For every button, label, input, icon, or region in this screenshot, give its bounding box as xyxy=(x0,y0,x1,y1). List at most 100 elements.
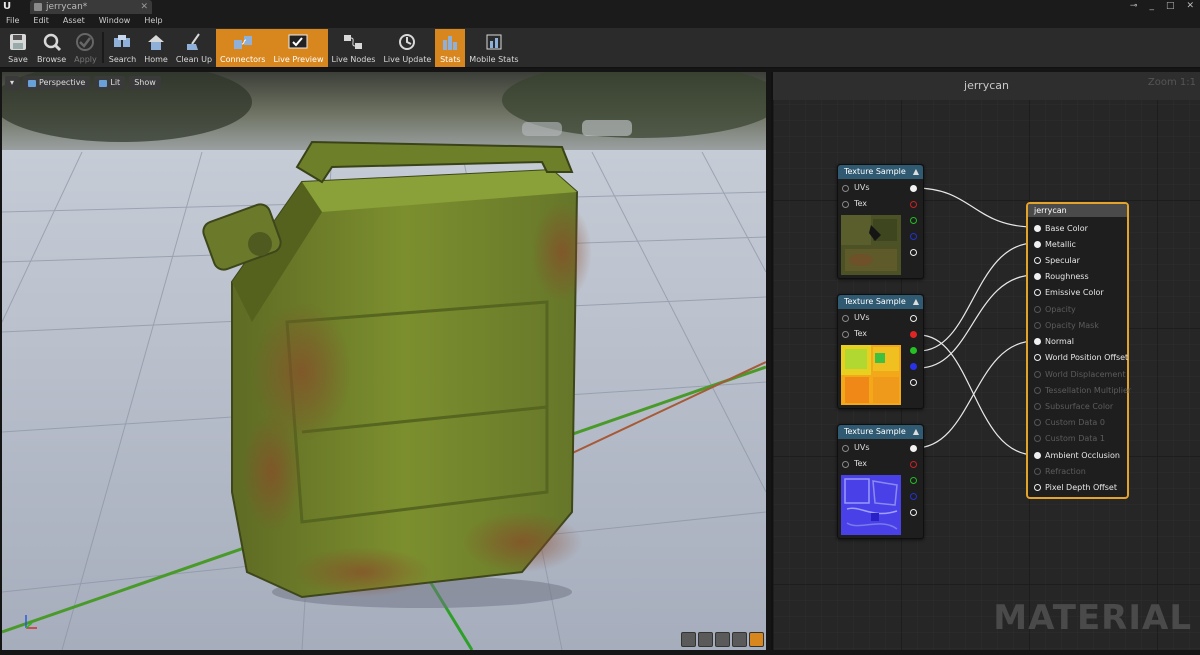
collapse-icon[interactable]: ▲ xyxy=(913,165,919,179)
live-preview-button[interactable]: Live Preview xyxy=(269,29,328,67)
pin-label: Base Color xyxy=(1045,224,1088,233)
minimize-icon[interactable]: _ xyxy=(1149,0,1154,14)
rgb-output-pin[interactable] xyxy=(910,315,917,322)
blue-output-pin[interactable] xyxy=(910,493,917,500)
live-update-label: Live Update xyxy=(383,55,432,64)
collapse-icon[interactable]: ▲ xyxy=(913,425,919,439)
texture-sample-node[interactable]: Texture Sample ▲ UVs Tex xyxy=(837,424,924,539)
stats-button[interactable]: Stats xyxy=(435,29,466,67)
preview-viewport[interactable]: ▾ Perspective Lit Show xyxy=(2,72,766,650)
uvs-input[interactable]: UVs xyxy=(842,182,870,194)
maximize-icon[interactable]: □ xyxy=(1166,0,1175,14)
input-pin-icon xyxy=(1034,435,1041,442)
apply-button[interactable]: Apply xyxy=(70,29,101,67)
mobile-stats-icon xyxy=(483,31,505,53)
cylinder-mesh-icon[interactable] xyxy=(681,632,696,647)
green-output-pin[interactable] xyxy=(910,477,917,484)
red-output-pin[interactable] xyxy=(910,201,917,208)
live-nodes-button[interactable]: Live Nodes xyxy=(328,29,380,67)
input-pin-icon xyxy=(842,331,849,338)
live-nodes-label: Live Nodes xyxy=(331,55,376,64)
search-button[interactable]: Search xyxy=(105,29,140,67)
material-result-node[interactable]: jerrycan Base Color Metallic Specular Ro… xyxy=(1026,202,1131,499)
input-pin-icon xyxy=(842,185,849,192)
custom-mesh-icon[interactable] xyxy=(749,632,764,647)
uvs-input[interactable]: UVs xyxy=(842,442,870,454)
apply-label: Apply xyxy=(74,55,97,64)
lit-mode-label: Lit xyxy=(110,78,121,87)
menu-help[interactable]: Help xyxy=(144,14,162,28)
normal-pin[interactable]: Normal xyxy=(1034,336,1074,348)
plane-mesh-icon[interactable] xyxy=(715,632,730,647)
document-tab[interactable]: jerrycan* ✕ xyxy=(30,0,152,14)
pin-label: World Position Offset xyxy=(1045,353,1129,362)
menu-asset[interactable]: Asset xyxy=(63,14,85,28)
alpha-output-pin[interactable] xyxy=(910,249,917,256)
lit-mode-button[interactable]: Lit xyxy=(94,76,126,90)
show-button[interactable]: Show xyxy=(129,76,161,90)
clean-up-button[interactable]: Clean Up xyxy=(172,29,216,67)
input-pin-icon xyxy=(1034,419,1041,426)
viewport-options-button[interactable]: ▾ xyxy=(5,76,20,90)
viewport-scene xyxy=(2,72,766,650)
world-position-offset-pin[interactable]: World Position Offset xyxy=(1034,352,1128,364)
close-tab-icon[interactable]: ✕ xyxy=(140,0,148,14)
pin-label: Ambient Occlusion xyxy=(1045,451,1120,460)
cleanup-icon xyxy=(183,31,205,53)
input-pin-icon xyxy=(1034,484,1041,491)
green-output-pin[interactable] xyxy=(910,217,917,224)
pin-label: World Displacement xyxy=(1045,370,1126,379)
blue-output-pin[interactable] xyxy=(910,363,917,370)
tessellation-multiplier-pin: Tessellation Multiplier xyxy=(1034,385,1131,397)
cube-mesh-icon[interactable] xyxy=(732,632,747,647)
browse-button[interactable]: Browse xyxy=(33,29,70,67)
menu-edit[interactable]: Edit xyxy=(33,14,49,28)
menu-file[interactable]: File xyxy=(6,14,19,28)
emissive-color-pin[interactable]: Emissive Color xyxy=(1034,287,1104,299)
red-output-pin[interactable] xyxy=(910,331,917,338)
input-pin-icon xyxy=(1034,225,1041,232)
menu-window[interactable]: Window xyxy=(99,14,131,28)
apply-icon xyxy=(74,31,96,53)
home-button[interactable]: Home xyxy=(140,29,172,67)
blue-output-pin[interactable] xyxy=(910,233,917,240)
tex-input[interactable]: Tex xyxy=(842,198,867,210)
pixel-depth-offset-pin[interactable]: Pixel Depth Offset xyxy=(1034,482,1117,494)
chevron-down-icon: ▾ xyxy=(10,78,15,87)
specular-pin[interactable]: Specular xyxy=(1034,255,1080,267)
connectors-button[interactable]: Connectors xyxy=(216,29,270,67)
lit-icon xyxy=(99,79,108,87)
tex-input[interactable]: Tex xyxy=(842,328,867,340)
sphere-mesh-icon[interactable] xyxy=(698,632,713,647)
window-pin-icon[interactable]: ⊸ xyxy=(1130,0,1138,14)
collapse-icon[interactable]: ▲ xyxy=(913,295,919,309)
texture-sample-node[interactable]: Texture Sample ▲ UVs Tex xyxy=(837,294,924,409)
material-graph[interactable]: jerrycan Zoom 1:1 Texture Sample ▲ UVs T… xyxy=(771,72,1200,650)
node-title: Texture Sample xyxy=(844,167,906,176)
live-update-button[interactable]: Live Update xyxy=(379,29,435,67)
tex-label: Tex xyxy=(854,199,868,208)
metallic-pin[interactable]: Metallic xyxy=(1034,239,1076,251)
home-icon xyxy=(145,31,167,53)
alpha-output-pin[interactable] xyxy=(910,509,917,516)
ambient-occlusion-pin[interactable]: Ambient Occlusion xyxy=(1034,450,1120,462)
green-output-pin[interactable] xyxy=(910,347,917,354)
save-button[interactable]: Save xyxy=(3,29,33,67)
mobile-stats-button[interactable]: Mobile Stats xyxy=(465,29,522,67)
view-mode-button[interactable]: Perspective xyxy=(23,76,91,90)
close-window-icon[interactable]: ✕ xyxy=(1186,0,1194,14)
base-color-pin[interactable]: Base Color xyxy=(1034,223,1088,235)
base-color-texture-thumbnail xyxy=(841,215,901,275)
input-pin-icon xyxy=(1034,403,1041,410)
alpha-output-pin[interactable] xyxy=(910,379,917,386)
input-pin-icon xyxy=(842,445,849,452)
stats-icon xyxy=(439,31,461,53)
rgb-output-pin[interactable] xyxy=(910,185,917,192)
rgb-output-pin[interactable] xyxy=(910,445,917,452)
texture-sample-node[interactable]: Texture Sample ▲ UVs Tex xyxy=(837,164,924,279)
uvs-input[interactable]: UVs xyxy=(842,312,870,324)
roughness-pin[interactable]: Roughness xyxy=(1034,271,1089,283)
tex-input[interactable]: Tex xyxy=(842,458,867,470)
orm-texture-thumbnail xyxy=(841,345,901,405)
red-output-pin[interactable] xyxy=(910,461,917,468)
